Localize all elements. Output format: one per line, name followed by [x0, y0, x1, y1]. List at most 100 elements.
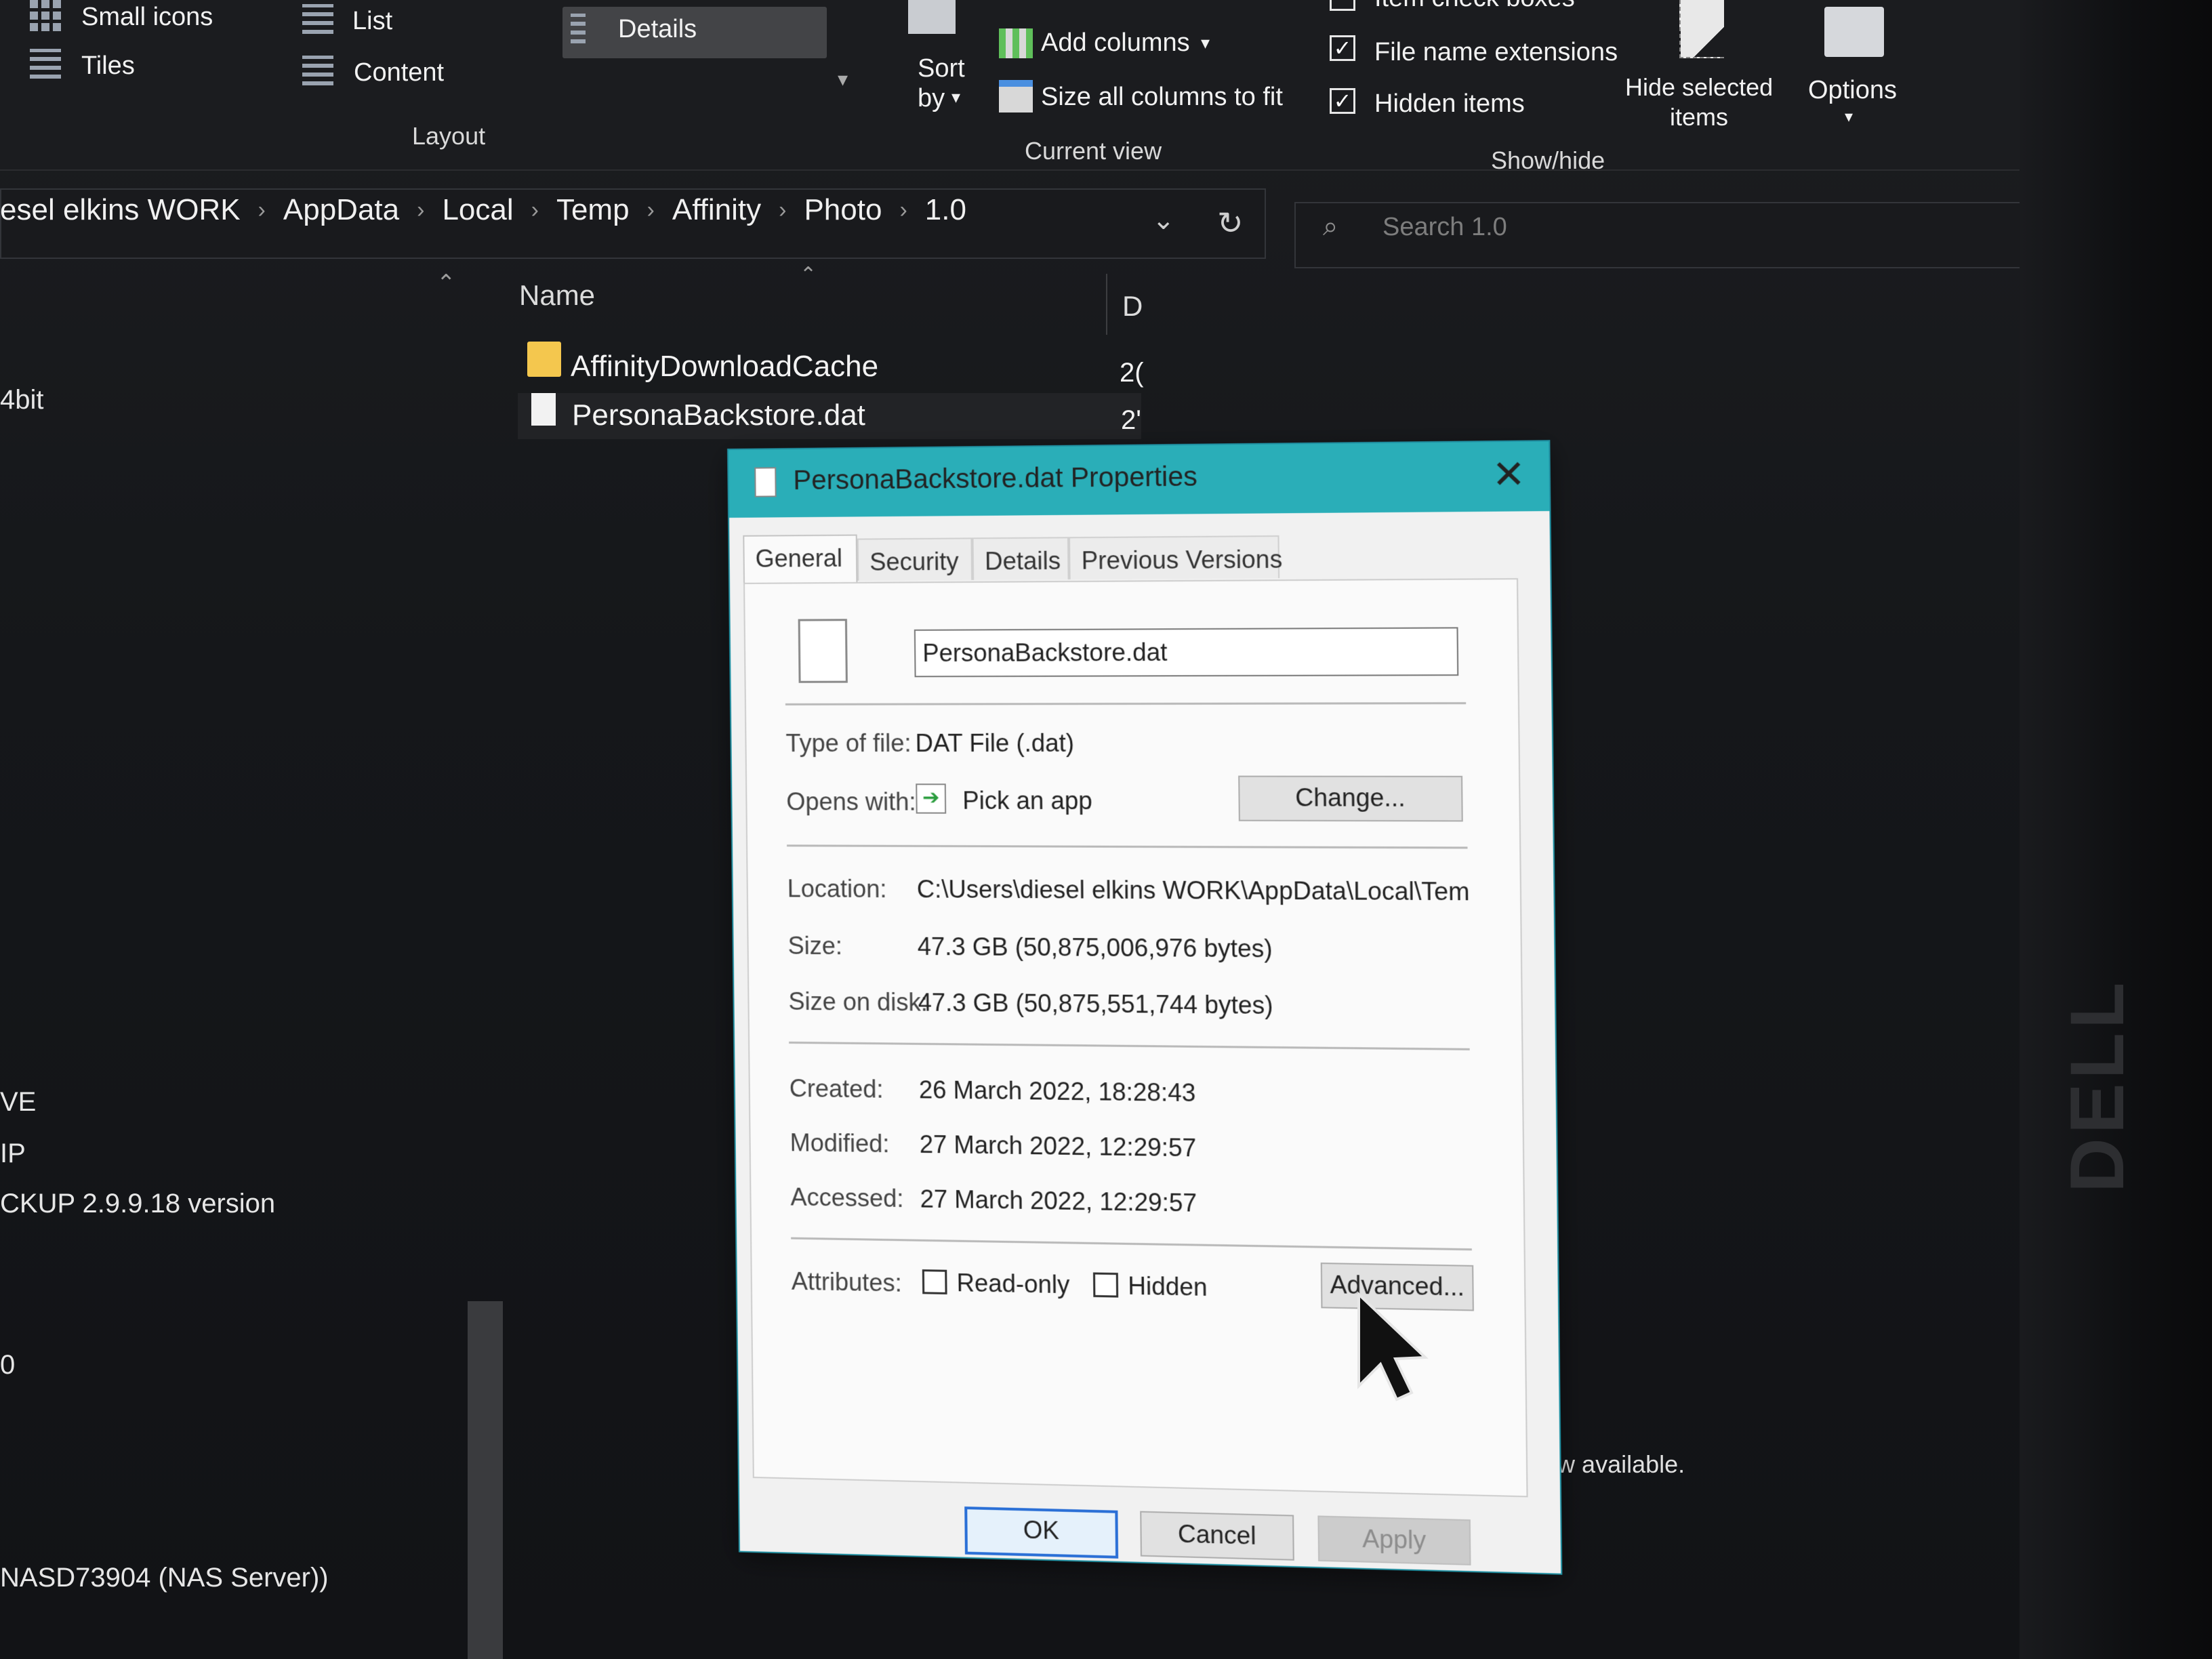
nav-item[interactable]: NASD73904 (NAS Server)) — [0, 1563, 329, 1593]
size-all-columns-button[interactable]: Size all columns to fit — [1041, 83, 1283, 112]
content-option[interactable]: Content — [354, 58, 444, 87]
breadcrumb-item[interactable]: Temp — [556, 193, 630, 227]
hidden-items-label: Hidden items — [1374, 89, 1525, 118]
breadcrumb-chevron-icon: › — [779, 197, 787, 223]
breadcrumb-item[interactable]: Local — [442, 193, 513, 227]
size-on-disk-label: Size on disk: — [788, 987, 928, 1017]
small-icons-option[interactable]: Small icons — [81, 3, 213, 32]
breadcrumb-chevron-icon: › — [258, 197, 266, 223]
item-check-boxes-label: Item check boxes — [1374, 0, 1575, 13]
filename-field[interactable]: PersonaBackstore.dat — [914, 627, 1459, 678]
sort-by-chevron-icon: ▾ — [951, 87, 961, 107]
file-type-icon — [798, 619, 848, 683]
hidden-checkbox[interactable] — [1092, 1272, 1119, 1298]
nav-item[interactable]: IP — [0, 1139, 26, 1169]
apply-button[interactable]: Apply — [1317, 1515, 1471, 1565]
file-icon — [754, 467, 777, 497]
properties-dialog: PersonaBackstore.dat Properties ✕ Genera… — [729, 441, 1561, 1574]
tab-previous-versions[interactable]: Previous Versions — [1068, 535, 1282, 580]
show-hide-group-label: Show/hide — [1491, 146, 1605, 174]
file-row-date: 2' — [1121, 405, 1141, 435]
size-label: Size: — [787, 931, 843, 960]
sort-by-button-line1[interactable]: Sort — [918, 54, 965, 83]
tab-general[interactable]: General — [743, 534, 858, 583]
breadcrumb-chevron-icon: › — [531, 197, 539, 223]
hidden-label: Hidden — [1128, 1271, 1208, 1302]
breadcrumb-item[interactable]: Affinity — [672, 193, 761, 227]
add-columns-icon — [999, 28, 1033, 58]
breadcrumb: esel elkins WORK › AppData › Local › Tem… — [0, 183, 966, 237]
column-header-date[interactable]: D — [1122, 290, 1143, 323]
list-option[interactable]: List — [352, 7, 392, 36]
size-on-disk-value: 47.3 GB (50,875,551,744 bytes) — [918, 988, 1273, 1020]
location-value: C:\Users\diesel elkins WORK\AppData\Loca… — [916, 875, 1469, 906]
layout-expand-icon[interactable]: ▾ — [838, 68, 848, 91]
nav-collapse-icon[interactable]: ⌃ — [436, 270, 456, 297]
address-dropdown-icon[interactable]: ⌄ — [1152, 205, 1175, 236]
small-icons-icon — [30, 0, 61, 35]
size-columns-icon — [999, 80, 1033, 112]
search-placeholder: Search 1.0 — [1382, 213, 1507, 241]
file-icon — [531, 393, 556, 426]
type-label: Type of file: — [785, 729, 912, 758]
add-columns-chevron-icon: ▾ — [1201, 33, 1210, 53]
file-name-extensions-checkbox[interactable]: ✓ — [1330, 35, 1355, 61]
breadcrumb-item[interactable]: Photo — [804, 193, 882, 227]
tab-security[interactable]: Security — [857, 537, 973, 581]
nav-item[interactable]: CKUP 2.9.9.18 version — [0, 1189, 275, 1219]
opens-with-value: Pick an app — [962, 786, 1093, 815]
dialog-title: PersonaBackstore.dat Properties — [793, 462, 1197, 496]
details-label: Details — [618, 15, 697, 43]
ok-button[interactable]: OK — [964, 1507, 1119, 1559]
refresh-icon[interactable]: ↻ — [1217, 205, 1244, 241]
hide-selected-items-button-line2[interactable]: items — [1670, 103, 1728, 131]
type-value: DAT File (.dat) — [915, 729, 1075, 758]
options-icon — [1824, 7, 1884, 57]
created-value: 26 March 2022, 18:28:43 — [918, 1076, 1196, 1107]
file-row-date: 2( — [1120, 358, 1144, 388]
layout-group-label: Layout — [412, 122, 486, 150]
tiles-option[interactable]: Tiles — [81, 52, 135, 81]
breadcrumb-chevron-icon: › — [647, 197, 655, 223]
tab-strip: General Security Details Previous Versio… — [743, 533, 1507, 583]
details-icon — [571, 14, 586, 47]
breadcrumb-chevron-icon: › — [417, 197, 425, 223]
accessed-value: 27 March 2022, 12:29:57 — [920, 1185, 1197, 1217]
location-label: Location: — [787, 874, 887, 903]
close-icon[interactable]: ✕ — [1492, 451, 1525, 497]
opens-with-label: Opens with: — [786, 787, 916, 816]
hide-selected-items-button-line1[interactable]: Hide selected — [1625, 73, 1773, 102]
breadcrumb-item[interactable]: AppData — [283, 193, 399, 227]
tab-details[interactable]: Details — [972, 537, 1069, 580]
options-button[interactable]: Options — [1808, 76, 1897, 105]
breadcrumb-chevron-icon: › — [899, 197, 907, 223]
file-row-name[interactable]: PersonaBackstore.dat — [572, 398, 865, 432]
change-button[interactable]: Change... — [1238, 775, 1463, 822]
options-chevron-icon: ▾ — [1845, 108, 1853, 126]
item-check-boxes-checkbox[interactable] — [1330, 0, 1355, 11]
cancel-button[interactable]: Cancel — [1140, 1511, 1294, 1561]
sort-by-button-line2[interactable]: by — [918, 84, 945, 113]
breadcrumb-item[interactable]: 1.0 — [925, 193, 966, 227]
add-columns-button[interactable]: Add columns — [1041, 28, 1190, 58]
nav-item[interactable]: 4bit — [0, 385, 44, 415]
column-header-name[interactable]: Name — [519, 279, 595, 312]
search-icon: ⌕ — [1323, 211, 1338, 241]
nav-scrollbar[interactable] — [468, 1301, 503, 1659]
column-divider[interactable] — [1106, 274, 1107, 335]
readonly-checkbox[interactable] — [922, 1269, 947, 1295]
file-row-name[interactable]: AffinityDownloadCache — [571, 350, 878, 384]
created-label: Created: — [789, 1074, 884, 1103]
size-value: 47.3 GB (50,875,006,976 bytes) — [917, 932, 1273, 963]
nav-item[interactable]: 0 — [0, 1350, 15, 1380]
monitor-logo: DELL — [2053, 979, 2212, 1193]
hidden-items-checkbox[interactable]: ✓ — [1330, 88, 1355, 114]
sort-icon — [908, 0, 956, 34]
mouse-pointer-icon — [1357, 1291, 1429, 1401]
accessed-label: Accessed: — [790, 1183, 904, 1213]
breadcrumb-item[interactable]: esel elkins WORK — [0, 193, 241, 227]
nav-item[interactable]: VE — [0, 1087, 36, 1118]
monitor-bezel — [2020, 0, 2212, 1659]
modified-label: Modified: — [790, 1128, 890, 1158]
attributes-label: Attributes: — [791, 1267, 902, 1297]
